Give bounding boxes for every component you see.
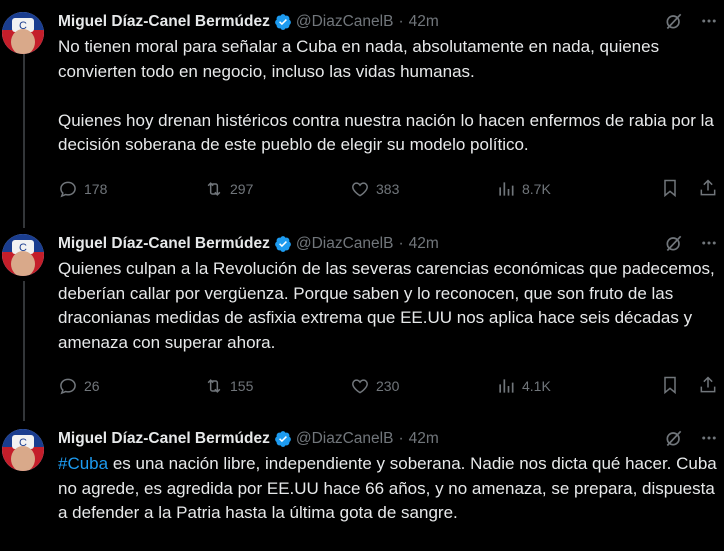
repost-button[interactable]: 155	[204, 376, 350, 396]
timestamp[interactable]: 42m	[409, 13, 439, 31]
more-options-icon[interactable]	[700, 429, 718, 447]
like-button[interactable]: 383	[350, 179, 496, 199]
author-name[interactable]: Miguel Díaz-Canel Bermúdez	[58, 430, 270, 448]
heart-icon	[352, 182, 368, 197]
tweet[interactable]: C Miguel Díaz-Canel Bermúdez @DiazCanelB…	[0, 231, 724, 411]
reply-icon	[60, 181, 76, 198]
views-icon	[499, 182, 514, 196]
separator-dot: ·	[398, 430, 404, 447]
verified-badge-icon	[275, 14, 291, 30]
verified-badge-icon	[275, 236, 291, 252]
like-count: 383	[376, 181, 400, 197]
tweet[interactable]: C Miguel Díaz-Canel Bermúdez @DiazCanelB…	[0, 426, 724, 551]
author-handle[interactable]: @DiazCanelB	[296, 235, 394, 253]
author-handle[interactable]: @DiazCanelB	[296, 430, 394, 448]
reply-button[interactable]: 178	[58, 179, 204, 199]
tweet-paragraph: Quienes hoy drenan histéricos contra nue…	[58, 110, 714, 155]
tweet-text: Quienes culpan a la Revolución de las se…	[58, 257, 718, 355]
reply-button[interactable]: 26	[58, 376, 204, 396]
tweet-actions: 178 297 383 8.7K	[58, 177, 718, 201]
timestamp[interactable]: 42m	[409, 235, 439, 253]
bookmark-icon[interactable]	[660, 177, 680, 199]
reply-count: 26	[84, 378, 100, 394]
tweet-paragraph-text: es una nación libre, independiente y sob…	[58, 454, 717, 522]
tweet-actions: 26 155 230 4.1K	[58, 374, 718, 398]
avatar[interactable]: C	[2, 12, 44, 54]
tweet-paragraph: No tienen moral para señalar a Cuba en n…	[58, 37, 660, 81]
more-options-icon[interactable]	[700, 12, 718, 30]
reply-count: 178	[84, 181, 108, 197]
views-icon	[499, 379, 514, 393]
tweet-text: No tienen moral para señalar a Cuba en n…	[58, 35, 718, 158]
reply-icon	[60, 378, 76, 395]
tweet-header: Miguel Díaz-Canel Bermúdez @DiazCanelB ·…	[58, 9, 718, 35]
tweet[interactable]: C Miguel Díaz-Canel Bermúdez @DiazCanelB…	[0, 9, 724, 219]
tweet-text: #Cuba es una nación libre, independiente…	[58, 452, 718, 526]
like-count: 230	[376, 378, 400, 394]
more-options-icon[interactable]	[700, 234, 718, 252]
views-button[interactable]: 8.7K	[496, 179, 551, 199]
author-handle[interactable]: @DiazCanelB	[296, 13, 394, 31]
avatar[interactable]: C	[2, 234, 44, 276]
like-button[interactable]: 230	[350, 376, 496, 396]
bookmark-icon[interactable]	[660, 374, 680, 396]
tweet-paragraph: #Cuba es una nación libre, independiente…	[58, 452, 718, 526]
repost-button[interactable]: 297	[204, 179, 350, 199]
repost-icon	[207, 379, 221, 393]
author-name[interactable]: Miguel Díaz-Canel Bermúdez	[58, 235, 270, 253]
grok-icon[interactable]	[664, 233, 684, 253]
hashtag-link[interactable]: #Cuba	[58, 454, 108, 473]
grok-icon[interactable]	[664, 11, 684, 31]
author-name[interactable]: Miguel Díaz-Canel Bermúdez	[58, 13, 270, 31]
share-icon[interactable]	[698, 177, 718, 199]
tweet-header: Miguel Díaz-Canel Bermúdez @DiazCanelB ·…	[58, 426, 718, 452]
repost-count: 155	[230, 378, 254, 394]
verified-badge-icon	[275, 431, 291, 447]
avatar[interactable]: C	[2, 429, 44, 471]
repost-icon	[207, 182, 221, 196]
timestamp[interactable]: 42m	[409, 430, 439, 448]
share-icon[interactable]	[698, 374, 718, 396]
heart-icon	[352, 379, 368, 394]
repost-count: 297	[230, 181, 254, 197]
tweet-paragraph: Quienes culpan a la Revolución de las se…	[58, 259, 715, 352]
separator-dot: ·	[398, 13, 404, 30]
view-count: 8.7K	[522, 181, 551, 197]
tweet-header: Miguel Díaz-Canel Bermúdez @DiazCanelB ·…	[58, 231, 718, 257]
separator-dot: ·	[398, 235, 404, 252]
views-button[interactable]: 4.1K	[496, 376, 551, 396]
grok-icon[interactable]	[664, 428, 684, 448]
view-count: 4.1K	[522, 378, 551, 394]
